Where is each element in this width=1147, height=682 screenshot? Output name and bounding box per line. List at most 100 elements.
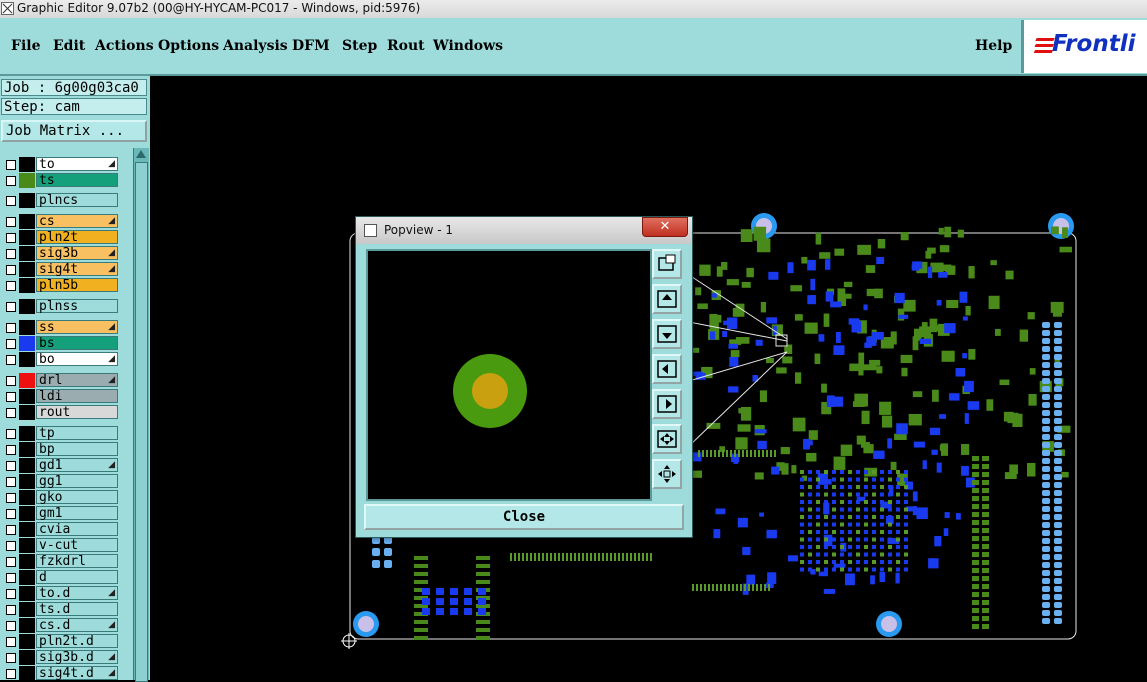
layer-color-swatch[interactable] bbox=[19, 262, 35, 277]
layer-color-swatch[interactable] bbox=[19, 474, 35, 489]
layer-checkbox[interactable] bbox=[6, 589, 16, 599]
zoom-box-icon[interactable] bbox=[652, 249, 682, 279]
layer-color-swatch[interactable] bbox=[19, 602, 35, 617]
layer-row-sig4t.d[interactable]: sig4t.d ◢ bbox=[0, 666, 132, 681]
layer-row-to.d[interactable]: to.d ◢ bbox=[0, 586, 132, 601]
layer-checkbox[interactable] bbox=[6, 339, 16, 349]
layer-name[interactable]: ts bbox=[36, 173, 118, 188]
layer-name[interactable]: gm1 bbox=[36, 506, 118, 521]
layer-color-swatch[interactable] bbox=[19, 506, 35, 521]
job-matrix-button[interactable]: Job Matrix ... bbox=[1, 120, 147, 142]
layer-name[interactable]: cvia bbox=[36, 522, 118, 537]
layer-checkbox[interactable] bbox=[6, 249, 16, 259]
popview-zoom-view[interactable] bbox=[366, 249, 652, 501]
layer-color-swatch[interactable] bbox=[19, 157, 35, 172]
layer-row-sig3b.d[interactable]: sig3b.d ◢ bbox=[0, 650, 132, 665]
layer-checkbox[interactable] bbox=[6, 669, 16, 679]
layer-row-drl[interactable]: drl ◢ bbox=[0, 373, 132, 388]
layer-row-sig3b[interactable]: sig3b ◢ bbox=[0, 246, 132, 261]
layer-name[interactable]: to ◢ bbox=[36, 157, 118, 172]
layer-row-cs.d[interactable]: cs.d ◢ bbox=[0, 618, 132, 633]
layer-row-bo[interactable]: bo ◢ bbox=[0, 352, 132, 367]
layer-checkbox[interactable] bbox=[6, 265, 16, 275]
layer-row-rout[interactable]: rout bbox=[0, 405, 132, 420]
layer-checkbox[interactable] bbox=[6, 653, 16, 663]
layer-checkbox[interactable] bbox=[6, 445, 16, 455]
layer-name[interactable]: cs ◢ bbox=[36, 214, 118, 229]
layer-color-swatch[interactable] bbox=[19, 389, 35, 404]
layer-row-ss[interactable]: ss ◢ bbox=[0, 320, 132, 335]
layer-name[interactable]: bp bbox=[36, 442, 118, 457]
layer-name[interactable]: sig4t.d ◢ bbox=[36, 666, 118, 681]
layer-name[interactable]: bs bbox=[36, 336, 118, 351]
menu-options[interactable]: Options bbox=[158, 38, 219, 54]
layer-name[interactable]: plncs bbox=[36, 193, 118, 208]
layer-checkbox[interactable] bbox=[6, 176, 16, 186]
layer-row-v-cut[interactable]: v-cut bbox=[0, 538, 132, 553]
scroll-up-icon[interactable] bbox=[136, 150, 146, 158]
layer-name[interactable]: ts.d bbox=[36, 602, 118, 617]
menu-file[interactable]: File bbox=[11, 38, 40, 54]
pan-left-icon[interactable] bbox=[652, 354, 682, 384]
layer-checkbox[interactable] bbox=[6, 509, 16, 519]
layer-scrollbar[interactable] bbox=[133, 148, 149, 682]
layer-color-swatch[interactable] bbox=[19, 230, 35, 245]
menu-analysis[interactable]: Analysis bbox=[223, 38, 288, 54]
layer-name[interactable]: gd1 ◢ bbox=[36, 458, 118, 473]
layer-name[interactable]: sig3b.d ◢ bbox=[36, 650, 118, 665]
layer-row-tp[interactable]: tp bbox=[0, 426, 132, 441]
layer-row-cvia[interactable]: cvia bbox=[0, 522, 132, 537]
layer-row-cs[interactable]: cs ◢ bbox=[0, 214, 132, 229]
layer-name[interactable]: fzkdrl bbox=[36, 554, 118, 569]
layer-checkbox[interactable] bbox=[6, 621, 16, 631]
layer-checkbox[interactable] bbox=[6, 281, 16, 291]
layer-name[interactable]: tp bbox=[36, 426, 118, 441]
fit-icon[interactable] bbox=[652, 459, 682, 489]
layer-checkbox[interactable] bbox=[6, 493, 16, 503]
layer-checkbox[interactable] bbox=[6, 217, 16, 227]
layer-checkbox[interactable] bbox=[6, 376, 16, 386]
layer-color-swatch[interactable] bbox=[19, 246, 35, 261]
popview-close-icon[interactable]: ✕ bbox=[642, 217, 688, 237]
layer-color-swatch[interactable] bbox=[19, 352, 35, 367]
layer-color-swatch[interactable] bbox=[19, 586, 35, 601]
layer-color-swatch[interactable] bbox=[19, 299, 35, 314]
layer-checkbox[interactable] bbox=[6, 461, 16, 471]
layer-row-sig4t[interactable]: sig4t ◢ bbox=[0, 262, 132, 277]
layer-name[interactable]: rout bbox=[36, 405, 118, 420]
layer-name[interactable]: ldi bbox=[36, 389, 118, 404]
menu-rout[interactable]: Rout bbox=[387, 38, 425, 54]
layer-checkbox[interactable] bbox=[6, 573, 16, 583]
layer-checkbox[interactable] bbox=[6, 355, 16, 365]
menu-edit[interactable]: Edit bbox=[53, 38, 85, 54]
layer-color-swatch[interactable] bbox=[19, 373, 35, 388]
layer-name[interactable]: d bbox=[36, 570, 118, 585]
layer-color-swatch[interactable] bbox=[19, 336, 35, 351]
layer-name[interactable]: v-cut bbox=[36, 538, 118, 553]
layer-name[interactable]: gg1 bbox=[36, 474, 118, 489]
layer-row-gm1[interactable]: gm1 bbox=[0, 506, 132, 521]
layer-name[interactable]: sig3b ◢ bbox=[36, 246, 118, 261]
layer-checkbox[interactable] bbox=[6, 160, 16, 170]
layer-row-to[interactable]: to ◢ bbox=[0, 157, 132, 172]
layer-color-swatch[interactable] bbox=[19, 554, 35, 569]
layer-row-d[interactable]: d bbox=[0, 570, 132, 585]
layer-color-swatch[interactable] bbox=[19, 442, 35, 457]
popview-close-button[interactable]: Close bbox=[364, 504, 684, 530]
layer-row-pln2t.d[interactable]: pln2t.d bbox=[0, 634, 132, 649]
layer-checkbox[interactable] bbox=[6, 541, 16, 551]
layer-color-swatch[interactable] bbox=[19, 458, 35, 473]
menu-help[interactable]: Help bbox=[975, 38, 1012, 54]
layer-row-bp[interactable]: bp bbox=[0, 442, 132, 457]
layer-name[interactable]: pln2t.d bbox=[36, 634, 118, 649]
layer-checkbox[interactable] bbox=[6, 196, 16, 206]
popview-titlebar[interactable]: Popview - 1 ✕ bbox=[356, 217, 692, 244]
layer-color-swatch[interactable] bbox=[19, 173, 35, 188]
layer-color-swatch[interactable] bbox=[19, 193, 35, 208]
menu-windows[interactable]: Windows bbox=[433, 38, 503, 54]
layer-name[interactable]: drl ◢ bbox=[36, 373, 118, 388]
layer-row-ts.d[interactable]: ts.d bbox=[0, 602, 132, 617]
layer-color-swatch[interactable] bbox=[19, 666, 35, 681]
pan-down-icon[interactable] bbox=[652, 319, 682, 349]
layer-row-ldi[interactable]: ldi bbox=[0, 389, 132, 404]
